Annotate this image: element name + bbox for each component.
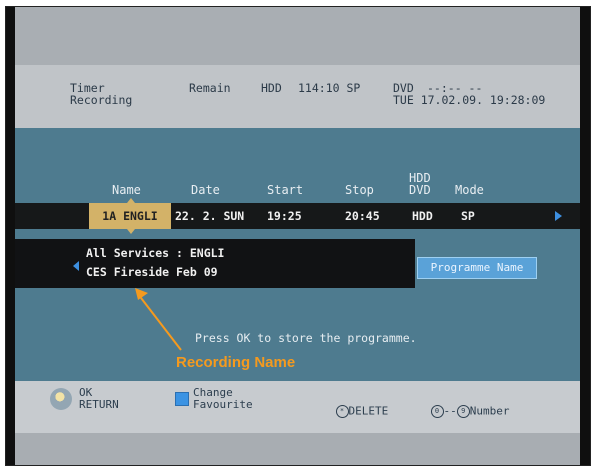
zero-key-icon: 0 (430, 405, 444, 418)
delete-key: * DELETE (309, 393, 388, 430)
remote-ok-icon (50, 388, 72, 410)
hdd-label: HDD (261, 81, 282, 95)
number-keys: 0 -- 9 Number (404, 393, 510, 430)
blue-key-icon (175, 392, 189, 406)
current-datetime: TUE 17.02.09. 19:28:09 (393, 93, 546, 107)
timer-recording-title: Timer Recording (70, 81, 133, 107)
status-header: Timer Recording Remain HDD 114:10 SP DVD… (15, 65, 580, 128)
delete-icon: * (335, 405, 349, 418)
ok-return-label: OK RETURN (79, 386, 119, 411)
change-favourite-label: Change Favourite (193, 386, 253, 411)
annotation-arrow-icon (135, 288, 182, 351)
remain-label: Remain (189, 81, 231, 95)
letterbox-left (6, 7, 15, 465)
timer-panel: Name Date Start Stop HDD DVD Mode 1A ENG… (15, 128, 580, 381)
tv-screen: Timer Recording Remain HDD 114:10 SP DVD… (5, 6, 591, 466)
bottom-band (15, 433, 580, 465)
nine-key-icon: 9 (456, 405, 470, 418)
hdd-remaining: 114:10 SP (298, 81, 361, 95)
top-band (15, 7, 580, 65)
